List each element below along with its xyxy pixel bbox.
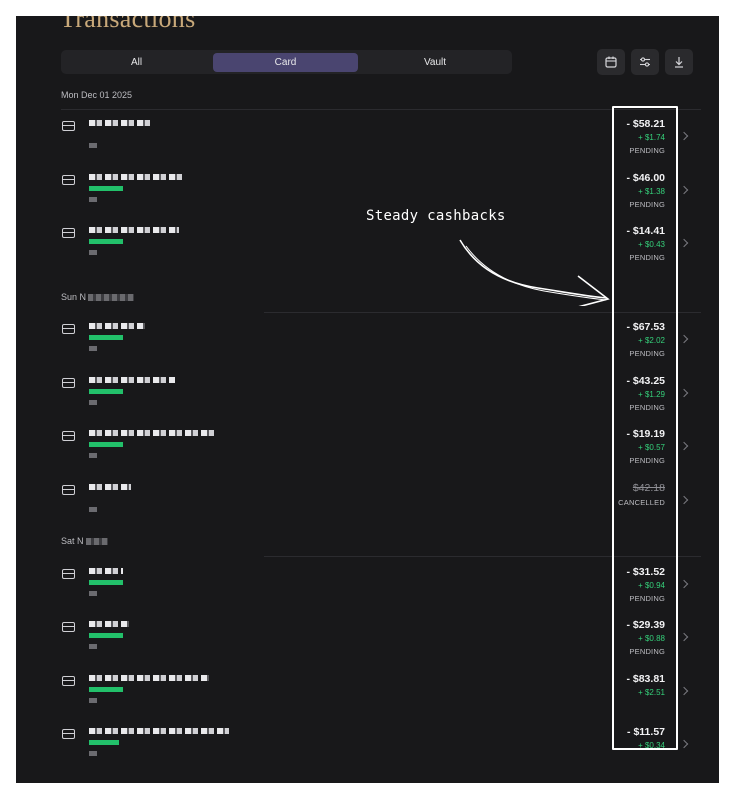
merchant-name-redacted	[89, 568, 123, 574]
detail-redacted	[89, 400, 97, 405]
merchant-name-redacted	[89, 227, 179, 233]
detail-redacted	[89, 197, 97, 202]
calendar-icon	[605, 56, 617, 68]
card-icon	[62, 729, 75, 739]
download-button[interactable]	[665, 49, 693, 75]
merchant-name-redacted	[89, 377, 175, 383]
tab-vault[interactable]: Vault	[361, 53, 509, 72]
card-icon	[62, 378, 75, 388]
merchant-name-redacted	[89, 174, 185, 180]
card-icon	[62, 175, 75, 185]
card-icon	[62, 228, 75, 238]
category-tag-redacted	[89, 687, 123, 692]
annotation-arrow-icon	[459, 239, 610, 306]
merchant-name-redacted	[89, 120, 151, 126]
chevron-right-icon[interactable]	[679, 441, 689, 451]
chevron-right-icon[interactable]	[679, 388, 689, 398]
category-tag-redacted	[89, 186, 123, 191]
card-icon	[62, 324, 75, 334]
merchant-name-redacted	[89, 323, 145, 329]
chevron-right-icon[interactable]	[679, 238, 689, 248]
annotation-label: Steady cashbacks	[366, 208, 506, 224]
chevron-right-icon[interactable]	[679, 632, 689, 642]
category-tag-redacted	[89, 239, 123, 244]
card-icon	[62, 676, 75, 686]
download-icon	[675, 57, 683, 68]
merchant-name-redacted	[89, 484, 131, 490]
tab-all[interactable]: All	[64, 53, 209, 72]
card-icon	[62, 622, 75, 632]
detail-redacted	[89, 698, 97, 703]
app-frame: Transactions All Card Vault Mon Dec 01 2…	[16, 16, 719, 783]
detail-redacted	[89, 346, 97, 351]
detail-redacted	[89, 250, 97, 255]
detail-redacted	[89, 507, 97, 512]
detail-redacted	[89, 751, 97, 756]
detail-redacted	[89, 143, 97, 148]
divider	[61, 109, 701, 110]
date-group-header: Sat N	[61, 536, 108, 546]
category-tag-redacted	[89, 740, 119, 745]
card-icon	[62, 569, 75, 579]
card-icon	[62, 121, 75, 131]
detail-redacted	[89, 644, 97, 649]
page-title: Transactions	[60, 16, 196, 33]
category-tag-redacted	[89, 633, 123, 638]
detail-redacted	[89, 453, 97, 458]
tab-bar: All Card Vault	[61, 50, 512, 74]
detail-redacted	[89, 591, 97, 596]
card-icon	[62, 485, 75, 495]
chevron-right-icon[interactable]	[679, 131, 689, 141]
merchant-name-redacted	[89, 430, 215, 436]
chevron-right-icon[interactable]	[679, 495, 689, 505]
merchant-name-redacted	[89, 621, 129, 627]
date-group-header: Mon Dec 01 2025	[61, 90, 133, 100]
sliders-icon	[640, 57, 650, 67]
chevron-right-icon[interactable]	[679, 739, 689, 749]
calendar-button[interactable]	[597, 49, 625, 75]
chevron-right-icon[interactable]	[679, 579, 689, 589]
card-icon	[62, 431, 75, 441]
category-tag-redacted	[89, 580, 123, 585]
chevron-right-icon[interactable]	[679, 334, 689, 344]
filter-button[interactable]	[631, 49, 659, 75]
merchant-name-redacted	[89, 728, 229, 734]
category-tag-redacted	[89, 389, 123, 394]
category-tag-redacted	[89, 442, 123, 447]
tab-card[interactable]: Card	[213, 53, 358, 72]
merchant-name-redacted	[89, 675, 209, 681]
cashback-highlight-box	[612, 106, 678, 750]
chevron-right-icon[interactable]	[679, 185, 689, 195]
date-group-header: Sun N	[61, 292, 135, 302]
category-tag-redacted	[89, 335, 123, 340]
chevron-right-icon[interactable]	[679, 686, 689, 696]
